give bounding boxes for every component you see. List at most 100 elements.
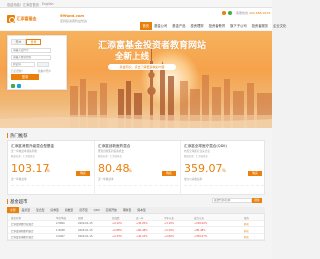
column-header[interactable]: 近一年 (136, 216, 144, 220)
fund-card-note: 数据来源：汇添富基金 (11, 155, 35, 158)
fund-card[interactable]: 汇添富消费升级混合型基金 近一年收益率领先同类 数据来源：汇添富基金 103.1… (8, 141, 94, 196)
fund-day-change: +0.86% (112, 228, 123, 232)
login-box: 开户 登录 忘记密码？ 新用户开户 登录 (7, 35, 67, 90)
nav-item-home[interactable]: 首页 (140, 22, 152, 30)
login-button[interactable]: 登录 (11, 74, 39, 80)
hotline-label: 客服热线 (236, 11, 249, 15)
nav-item-wealth[interactable]: 投资理财 (188, 22, 206, 30)
fund-ytd-return: +3.10% (164, 222, 175, 225)
fund-date: 2020-01-15 (78, 235, 93, 238)
weibo-icon[interactable] (222, 11, 226, 15)
fund-day-change: +0.12% (112, 222, 123, 225)
fund-card[interactable]: 汇添富全球医疗混合(QDII) 布局全球医疗龙头企业 数据来源：汇添富基金 35… (180, 141, 266, 196)
fund-section-header: 基金超市 搜索 (7, 197, 265, 205)
alipay-login-icon[interactable] (17, 84, 21, 88)
fund-date: 2020-01-15 (78, 222, 93, 225)
fund-search-button[interactable]: 搜索 (252, 198, 262, 203)
welcome-text: 欢迎光临！汇添富首页 (7, 3, 39, 7)
fund-name[interactable]: 汇添富创新医药混合 (11, 229, 34, 233)
section-marker (7, 133, 9, 138)
fund-card-value: 80.48 (98, 162, 130, 175)
divider (11, 185, 91, 186)
fund-section-title: 基金超市 (10, 199, 28, 205)
tab-open-account[interactable]: 开户 (11, 39, 26, 45)
nav-item-culture[interactable]: 企业文化 (271, 22, 289, 30)
hotline: 客服热线 400-888-9918 (236, 11, 270, 15)
tab-login[interactable]: 登录 (26, 39, 41, 45)
page: 欢迎光临！汇添富首页 English 汇添富基金 99fund.com 坚持投资… (0, 0, 286, 259)
fund-since-return: +359.07% (194, 235, 208, 238)
fund-ytd-return: +2.80% (164, 235, 175, 238)
nav-item-products[interactable]: 基金产品 (170, 22, 188, 30)
divider (98, 185, 178, 186)
table-row[interactable]: 汇添富全球医疗混合 4.5907 2020-01-15 +0.33% +40.1… (8, 234, 264, 240)
top-bar: 欢迎光临！汇添富首页 English (0, 0, 272, 8)
fund-card-desc: 聚焦创新医药投资机会 (98, 150, 124, 153)
fund-name[interactable]: 汇添富消费行业混合 (11, 222, 34, 226)
captcha-input[interactable] (11, 62, 35, 67)
fund-nav: 4.5907 (56, 235, 65, 238)
nav-item-education[interactable]: 投资者教育 (206, 22, 227, 30)
login-tabs: 开户 登录 (11, 39, 41, 45)
column-header[interactable]: 日期 (78, 216, 83, 220)
fund-year-return: +45.20% (136, 222, 148, 225)
main-nav: 首页 基金公司 基金产品 投资理财 投资者教育 旗下子公司 投资者服务 企业文化 (140, 22, 289, 30)
fund-card-desc: 布局全球医疗龙头企业 (184, 150, 210, 153)
fund-date: 2020-01-15 (78, 228, 93, 232)
wechat-icon[interactable] (228, 11, 232, 15)
nav-item-subsidiaries[interactable]: 旗下子公司 (228, 22, 249, 30)
fund-since-return: +158.00% (194, 222, 208, 225)
fund-card[interactable]: 汇添富创新医药混合 聚焦创新医药投资机会 数据来源：汇添富基金 80.48 % … (94, 141, 180, 196)
fund-day-change: +0.33% (112, 235, 123, 238)
logo-icon (7, 14, 15, 23)
captcha-image[interactable] (37, 62, 49, 67)
hot-fund-cards: 汇添富消费升级混合型基金 近一年收益率领先同类 数据来源：汇添富基金 103.1… (7, 140, 266, 196)
site-url: 99fund.com (60, 14, 84, 18)
hot-section-title: 热门推荐 (10, 134, 28, 139)
fund-name[interactable]: 汇添富全球医疗混合 (11, 235, 34, 239)
fund-card-note: 数据来源：汇添富基金 (184, 155, 208, 158)
fund-card-note: 数据来源：汇添富基金 (98, 155, 122, 158)
logo-text: 汇添富基金 (16, 15, 37, 21)
nav-item-company[interactable]: 基金公司 (152, 22, 170, 30)
column-header[interactable]: 今年以来 (164, 216, 174, 220)
language-link[interactable]: English (42, 2, 54, 6)
nav-item-service[interactable]: 投资者服务 (249, 22, 270, 30)
wechat-login-icon[interactable] (11, 84, 15, 88)
fund-card-unit: % (128, 168, 132, 173)
buy-link[interactable]: 购买 (244, 235, 249, 239)
fund-card-value: 103.17 (11, 162, 50, 175)
banner-cta[interactable]: 基金知识，点击了解更多精彩内容 (108, 64, 176, 70)
banner-subtitle: 全新上线 (115, 52, 150, 62)
register-link[interactable]: 新用户开户 (38, 69, 51, 73)
fund-card-unit: % (222, 168, 226, 173)
fund-card-buy-button[interactable]: 购买 (76, 171, 90, 176)
password-input[interactable] (11, 55, 51, 60)
fund-year-return: +80.48% (136, 228, 148, 232)
fund-card-label: 近一年收益率 (98, 178, 114, 181)
logo[interactable]: 汇添富基金 (7, 14, 43, 23)
column-header: 操作 (244, 216, 250, 220)
account-input[interactable] (11, 48, 51, 53)
hot-section-header: 热门推荐 (7, 132, 265, 139)
fund-card-value: 359.07 (184, 162, 223, 175)
column-header[interactable]: 单位净值 (56, 216, 66, 220)
divider (184, 185, 264, 186)
fund-search-input[interactable] (212, 198, 252, 203)
fund-card-buy-button[interactable]: 购买 (248, 171, 262, 176)
fund-card-desc: 近一年收益率领先同类 (11, 150, 37, 153)
section-marker (7, 198, 9, 204)
hotline-number: 400-888-9918 (248, 11, 271, 15)
buy-link[interactable]: 购买 (244, 229, 249, 233)
column-header[interactable]: 日涨跌 (112, 216, 120, 220)
column-header[interactable]: 基金名称 (11, 216, 21, 220)
fund-ytd-return: +5.20% (164, 228, 175, 232)
forgot-password-link[interactable]: 忘记密码？ (11, 69, 24, 73)
column-header[interactable]: 成立以来 (194, 216, 204, 220)
fund-table: 基金名称 单位净值 日期 日涨跌 近一年 今年以来 成立以来 操作 汇添富消费行… (7, 213, 265, 241)
fund-year-return: +40.10% (136, 235, 148, 238)
fund-card-label: 近一年收益率 (11, 178, 27, 181)
fund-card-buy-button[interactable]: 购买 (162, 171, 176, 176)
buy-link[interactable]: 购买 (244, 222, 249, 226)
fund-nav: 2.5800 (56, 222, 65, 225)
